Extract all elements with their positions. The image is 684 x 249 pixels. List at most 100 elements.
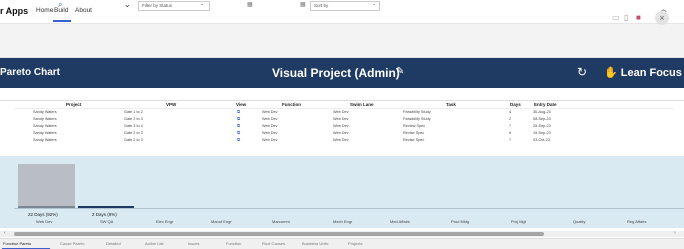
col-header-task[interactable]: Task [446, 102, 456, 107]
tab-detailed[interactable]: Detailed [106, 241, 121, 246]
phone-icon[interactable]: ▯ [624, 13, 628, 22]
col-header-project[interactable]: Project [66, 102, 81, 107]
edit-icon[interactable]: ✎ [396, 66, 404, 77]
tab-bar [0, 238, 684, 249]
col-header-days[interactable]: Days [510, 102, 521, 107]
cell-entry-date: 25-Sep-23 [533, 124, 551, 128]
tab-root-causes[interactable]: Root Causes [262, 241, 285, 246]
cell-swim-lane: Web Dev [333, 131, 349, 135]
cell-days: 8 [509, 131, 512, 135]
col-header-view[interactable]: View [236, 102, 246, 107]
cell-project: Sandy Waters [33, 131, 57, 135]
cell-vpw: Gate 2 to 3 [124, 117, 143, 121]
chart-axis [14, 208, 684, 209]
dropdown-caret-icon: ⌄ [200, 1, 205, 7]
active-nav-indicator [53, 20, 71, 22]
pareto-chart [0, 156, 684, 228]
view-icon[interactable]: ⧉ [237, 137, 240, 142]
refresh-icon[interactable]: ↻ [577, 65, 587, 79]
cell-project: Sandy Waters [33, 138, 57, 142]
header-divider [14, 108, 674, 109]
cell-swim-lane: Web Dev [333, 117, 349, 121]
tab-issues[interactable]: Issues [188, 241, 200, 246]
app-name: r Apps [0, 6, 29, 16]
cell-function: Web Dev [262, 110, 278, 114]
scroll-left-icon[interactable]: ‹ [4, 230, 6, 236]
cell-function: Web Dev [262, 131, 278, 135]
col-header-function[interactable]: Function [282, 102, 301, 107]
category-label: Manuf Engr [211, 219, 232, 224]
cell-entry-date: 19-Sep-23 [533, 131, 551, 135]
cell-entry-date: 08-Sep-23 [533, 117, 551, 121]
cell-function: Web Dev [262, 117, 278, 121]
scrollbar-thumb[interactable] [14, 232, 544, 236]
scroll-right-icon[interactable]: › [674, 230, 676, 236]
bar-value-label: 2 Days (8%) [92, 212, 117, 217]
search-icon[interactable]: ⌕ [58, 0, 62, 10]
cell-vpw: Gate 1 to 2 [124, 110, 143, 114]
tab-projects[interactable]: Projects [348, 241, 362, 246]
layout-icon[interactable]: ▭ [612, 13, 620, 22]
col-header-entry-date[interactable]: Entry Date [534, 102, 557, 107]
cell-days: 7 [509, 124, 512, 128]
cell-function: Web Dev [262, 138, 278, 142]
calendar-icon[interactable]: ▦ [300, 1, 306, 8]
cell-entry-date: 03-Oct-23 [533, 138, 550, 142]
category-label: Prod Mktg [451, 219, 470, 224]
nav-home[interactable]: Home [36, 7, 53, 14]
cell-function: Web Dev [262, 124, 278, 128]
view-icon[interactable]: ⧉ [237, 130, 240, 135]
cell-entry-date: 30-Aug-23 [533, 110, 551, 114]
hand-icon: ✋ [604, 67, 618, 79]
editor-toolbar [0, 24, 684, 58]
cell-days: 7 [509, 138, 512, 142]
col-header-swim-lane[interactable]: Swim Lane [350, 102, 374, 107]
cell-swim-lane: Web Dev [333, 110, 349, 114]
col-header-vpw[interactable]: VPW [166, 102, 176, 107]
cell-vpw: Gate 3 to 4 [124, 124, 143, 128]
category-label: Reg Affairs [627, 219, 647, 224]
record-icon[interactable]: ■ [636, 13, 641, 22]
category-label: Elec Engr [156, 219, 174, 224]
cell-task: Feasibility Study [403, 117, 431, 121]
page-title: Visual Project (Admin) [272, 66, 400, 80]
tab-function[interactable]: Function [226, 241, 241, 246]
sort-dropdown[interactable]: Sort by [310, 1, 380, 11]
filter-bar [0, 88, 684, 101]
nav-about[interactable]: About [75, 7, 92, 14]
tab-business-units[interactable]: Business Units [302, 241, 328, 246]
cell-vpw: Gate 2 to 3 [124, 131, 143, 135]
category-label: Mech Engr [333, 219, 353, 224]
close-button[interactable]: × [655, 11, 669, 25]
tab-action-list[interactable]: Action List [145, 241, 163, 246]
cell-task: Revise Spec [403, 138, 425, 142]
bar-value-label: 22 Days (92%) [28, 212, 58, 217]
tab-function-pareto[interactable]: Function Pareto [3, 241, 31, 246]
category-label: Quality [573, 219, 586, 224]
category-label: Proj Mgt [511, 219, 526, 224]
category-label: Web Dev [36, 219, 53, 224]
cell-project: Sandy Waters [33, 117, 57, 121]
task-table: Project VPW View Function Swim Lane Task… [0, 101, 684, 156]
cell-project: Sandy Waters [33, 110, 57, 114]
view-icon[interactable]: ⧉ [237, 116, 240, 121]
cell-swim-lane: Web Dev [333, 138, 349, 142]
category-label: Marcomm [272, 219, 290, 224]
cell-task: Revise Spec [403, 131, 425, 135]
calendar-icon[interactable]: ▦ [247, 1, 253, 8]
cell-days: 4 [509, 110, 512, 114]
cell-task: Review Spec [403, 124, 426, 128]
back-to-pareto-link[interactable]: Pareto Chart [0, 67, 60, 78]
chevron-down-icon[interactable]: ⌄ [124, 0, 131, 9]
cell-vpw: Gate 2 to 3 [124, 138, 143, 142]
brand-logo: ✋ Lean Focus [604, 66, 682, 79]
cell-task: Feasibility Study [403, 110, 431, 114]
tab-cause-pareto[interactable]: Cause Pareto [60, 241, 84, 246]
screen-header: Pareto Chart Visual Project (Admin) ✎ ↻ … [0, 58, 684, 88]
view-icon[interactable]: ⧉ [237, 109, 240, 114]
view-icon[interactable]: ⧉ [237, 123, 240, 128]
brand-logo-text: Lean Focus [620, 67, 682, 79]
category-label: Med Affairs [390, 219, 410, 224]
category-label: SW QA [100, 219, 114, 224]
pareto-bar-web-dev[interactable] [18, 164, 75, 208]
